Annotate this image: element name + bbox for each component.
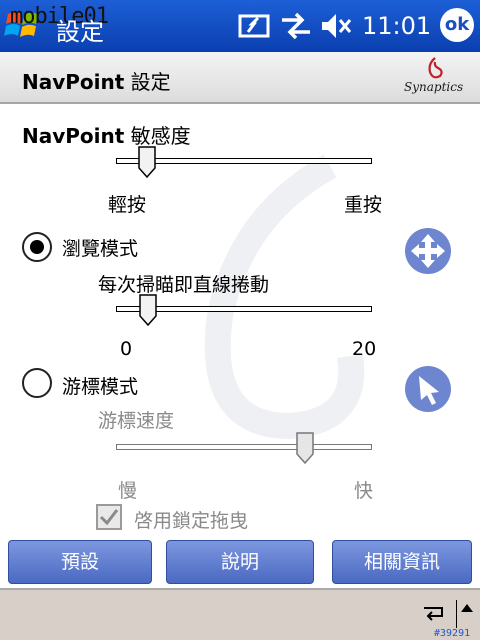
default-button[interactable]: 預設: [8, 540, 152, 584]
sensitivity-title-rest: 敏感度: [124, 124, 191, 148]
title-bar: mobile01 設定 11:01 ok: [0, 0, 480, 52]
browse-mode-radio[interactable]: [22, 232, 52, 262]
brand-name: Synaptics: [404, 80, 464, 94]
four-way-arrows-icon: [411, 234, 445, 268]
page-header: NavPoint 設定 Synaptics: [0, 52, 480, 104]
cursor-speed-min-label: 慢: [118, 480, 138, 502]
drag-lock-checkbox[interactable]: [96, 504, 122, 530]
ok-button[interactable]: ok: [440, 8, 474, 42]
related-info-button[interactable]: 相關資訊: [332, 540, 472, 584]
input-panel-icon[interactable]: [420, 600, 448, 628]
cursor-mode-label[interactable]: 游標模式: [62, 372, 138, 399]
synaptics-logo-icon: [428, 57, 443, 79]
clock[interactable]: 11:01: [362, 12, 431, 40]
cursor-speed-label: 游標速度: [98, 410, 175, 432]
sensitivity-slider-thumb[interactable]: [137, 146, 156, 178]
window-title: 設定: [56, 18, 104, 46]
scroll-max-label: 20: [352, 338, 377, 360]
page-title-bold: NavPoint: [22, 70, 125, 94]
sensitivity-min-label: 輕按: [108, 194, 147, 216]
browse-mode-icon: [405, 228, 451, 274]
sensitivity-title: NavPoint 敏感度: [22, 120, 191, 149]
page-title-rest: 設定: [124, 70, 171, 94]
radio-selected-dot: [30, 240, 44, 254]
pointer-arrow-icon: [419, 376, 439, 405]
sensitivity-max-label: 重按: [344, 194, 383, 216]
sensitivity-title-bold: NavPoint: [22, 124, 125, 148]
cursor-speed-max-label: 快: [354, 480, 374, 502]
scroll-min-label: 0: [120, 338, 133, 360]
cursor-speed-slider-track[interactable]: [116, 444, 372, 450]
arrow-up-icon: [461, 604, 473, 612]
battery-icon[interactable]: [238, 10, 272, 42]
settings-panel: NavPoint 敏感度 輕按 重按 瀏覽模式 每次掃瞄即直線捲動 0 20 游…: [0, 106, 480, 536]
scroll-slider-thumb[interactable]: [139, 294, 157, 326]
drag-lock-label[interactable]: 啓用鎖定拖曳: [134, 506, 248, 533]
cursor-speed-slider-thumb[interactable]: [296, 432, 315, 464]
input-panel-toggle[interactable]: [456, 600, 476, 628]
help-button[interactable]: 說明: [166, 540, 314, 584]
image-tag: #39291: [434, 628, 471, 639]
checkmark-icon: [99, 509, 119, 526]
volume-muted-icon[interactable]: [320, 10, 354, 42]
cursor-mode-icon: [405, 366, 451, 412]
page-title: NavPoint 設定: [22, 66, 171, 95]
background-swirl-icon: [204, 154, 365, 440]
bottom-menu-bar: #39291: [0, 588, 480, 640]
cursor-mode-radio[interactable]: [22, 368, 52, 398]
scroll-per-scan-label: 每次掃瞄即直線捲動: [98, 274, 270, 296]
browse-mode-label[interactable]: 瀏覽模式: [62, 234, 138, 261]
connectivity-icon[interactable]: [280, 10, 312, 42]
